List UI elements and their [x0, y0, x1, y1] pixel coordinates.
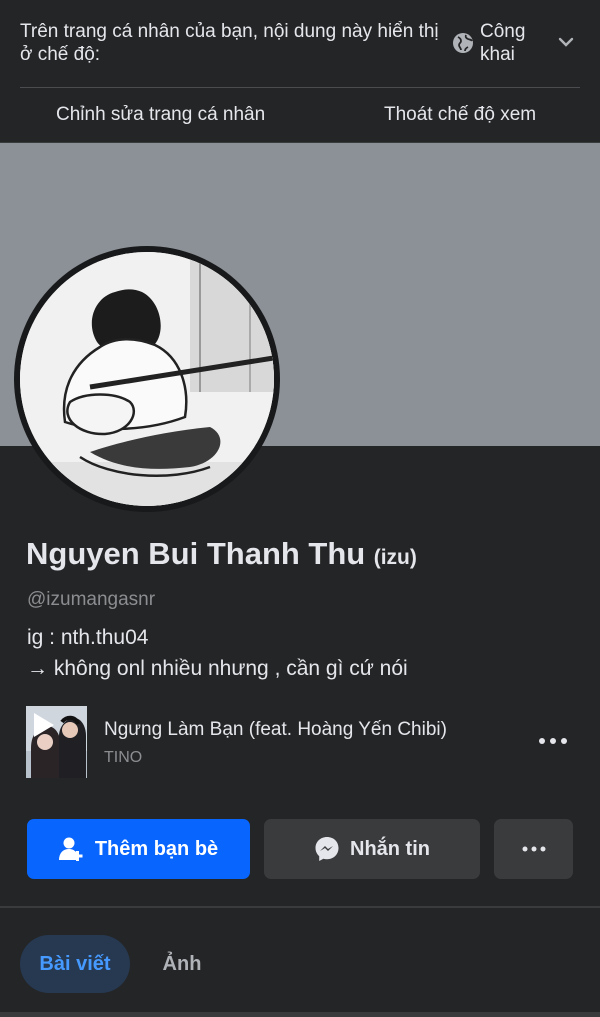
privacy-row[interactable]: Trên trang cá nhân của bạn, nội dung này… — [20, 18, 580, 70]
more-horizontal-icon — [522, 846, 545, 852]
globe-icon — [453, 33, 473, 53]
song-artist: TINO — [104, 749, 143, 766]
more-horizontal-icon[interactable] — [538, 734, 568, 748]
add-friend-icon — [58, 837, 83, 861]
messenger-icon — [315, 837, 339, 861]
tab-photos[interactable]: Ảnh — [146, 935, 218, 993]
song-title: Ngưng Làm Bạn (feat. Hoàng Yến Chibi) — [104, 719, 447, 740]
divider — [0, 906, 600, 908]
more-options-button[interactable] — [494, 819, 573, 879]
bio-line: ig : nth.thu04 — [27, 626, 149, 649]
profile-name-row: Nguyen Bui Thanh Thu (izu) — [26, 536, 417, 572]
avatar-image — [20, 252, 274, 506]
play-icon[interactable] — [28, 710, 58, 740]
profile-username: @izumangasnr — [27, 589, 156, 610]
add-friend-button[interactable]: Thêm bạn bè — [27, 819, 250, 879]
edit-profile-link[interactable]: Chỉnh sửa trang cá nhân — [56, 104, 265, 126]
album-cover — [26, 706, 87, 778]
profile-nickname: (izu) — [373, 546, 417, 569]
divider — [0, 1012, 600, 1017]
tab-posts[interactable]: Bài viết — [20, 935, 130, 993]
bio-line: → không onl nhiều nhưng , cần gì cứ nói — [27, 657, 408, 680]
profile-name: Nguyen Bui Thanh Thu — [26, 536, 366, 571]
profile-avatar[interactable] — [14, 246, 280, 512]
chevron-down-icon[interactable] — [556, 32, 576, 52]
exit-view-link[interactable]: Thoát chế độ xem — [384, 104, 536, 126]
view-mode-text: Trên trang cá nhân của bạn, nội dung này… — [20, 21, 439, 65]
profile-music[interactable]: Ngưng Làm Bạn (feat. Hoàng Yến Chibi) TI… — [26, 706, 576, 780]
add-friend-label: Thêm bạn bè — [94, 837, 219, 860]
message-label: Nhắn tin — [350, 837, 430, 860]
privacy-value[interactable]: Công khai — [480, 20, 550, 66]
view-mode-bar: Trên trang cá nhân của bạn, nội dung này… — [0, 0, 600, 142]
divider — [20, 87, 580, 88]
message-button[interactable]: Nhắn tin — [264, 819, 480, 879]
